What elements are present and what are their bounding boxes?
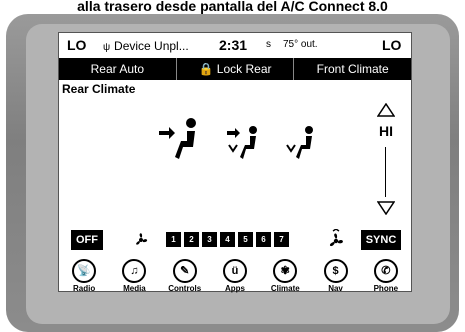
dock-label: Apps (224, 284, 245, 293)
dock-item-apps[interactable]: ü Apps (211, 259, 259, 293)
outside-temp: 75° out. (283, 39, 318, 50)
fan-step-6[interactable]: 6 (256, 232, 271, 247)
apps-icon: ü (222, 259, 247, 283)
dock-item-controls[interactable]: ✎ Controls (161, 259, 209, 293)
temperature-value: HI (379, 123, 393, 139)
right-temp[interactable]: LO (382, 37, 401, 53)
caption: alla trasero desde pantalla del A/C Conn… (77, 0, 388, 14)
phone-icon: ✆ (373, 259, 398, 283)
antenna-icon: ψ (103, 42, 111, 53)
fan-step-2[interactable]: 2 (184, 232, 199, 247)
seat-mode-bilevel-icon[interactable] (225, 123, 261, 163)
fan-speed-selector: 1 2 3 4 5 6 7 (166, 232, 289, 247)
temperature-slider[interactable] (385, 147, 386, 197)
radio-icon: 📡 (72, 259, 97, 283)
dock-label: Controls (168, 284, 202, 293)
dock-item-radio[interactable]: 📡 Radio (60, 259, 108, 293)
temperature-control: HI (371, 103, 401, 223)
seat-mode-floor-icon[interactable] (285, 123, 317, 163)
fan-step-7[interactable]: 7 (274, 232, 289, 247)
dock-label: Phone (373, 284, 399, 293)
dock-item-media[interactable]: ♫ Media (110, 259, 158, 293)
dock-label: Nav (328, 284, 343, 293)
tab-rear-auto[interactable]: Rear Auto (59, 58, 177, 80)
dock-item-climate[interactable]: ✾ Climate (261, 259, 309, 293)
triangle-up-icon[interactable] (377, 103, 395, 117)
dock-label: Media (123, 284, 146, 293)
dock-label: Climate (270, 284, 300, 293)
wrench-icon: ✎ (172, 259, 197, 283)
status-bar: LO ψ Device Unpl... 2:31 s 75° out. LO (59, 33, 411, 57)
dock: 📡 Radio ♫ Media ✎ Controls ü Apps ✾ Clim… (59, 259, 411, 293)
dock-label: Radio (73, 284, 96, 293)
device-status: ψ Device Unpl... (103, 37, 189, 53)
clock: 2:31 (219, 37, 248, 53)
music-note-icon: ♫ (122, 259, 147, 283)
fan-step-4[interactable]: 4 (220, 232, 235, 247)
tab-bar: Rear Auto 🔒 Lock Rear Front Climate (59, 58, 411, 80)
seat-mode-face-icon[interactable] (157, 115, 201, 165)
screen: LO ψ Device Unpl... 2:31 s 75° out. LO R… (58, 32, 412, 293)
fan-step-5[interactable]: 5 (238, 232, 253, 247)
page-title: Rear Climate (62, 82, 136, 96)
units: s (266, 39, 271, 50)
lock-icon: 🔒 (198, 62, 214, 76)
tab-front-climate[interactable]: Front Climate (294, 58, 411, 80)
device-text: Device Unpl... (114, 39, 189, 53)
dock-item-nav[interactable]: $ Nav (312, 259, 360, 293)
fan-high-icon[interactable] (327, 229, 345, 251)
triangle-down-icon[interactable] (377, 201, 395, 215)
fan-icon: ✾ (273, 259, 298, 283)
sync-button[interactable]: SYNC (361, 230, 401, 250)
fan-step-3[interactable]: 3 (202, 232, 217, 247)
compass-icon: $ (323, 259, 348, 283)
off-button[interactable]: OFF (71, 230, 103, 250)
tab-lock-rear-label: Lock Rear (216, 62, 272, 76)
fan-step-1[interactable]: 1 (166, 232, 181, 247)
left-temp[interactable]: LO (67, 37, 86, 53)
tab-lock-rear[interactable]: 🔒 Lock Rear (177, 58, 295, 80)
dock-item-phone[interactable]: ✆ Phone (362, 259, 410, 293)
fan-low-icon[interactable] (133, 231, 149, 249)
